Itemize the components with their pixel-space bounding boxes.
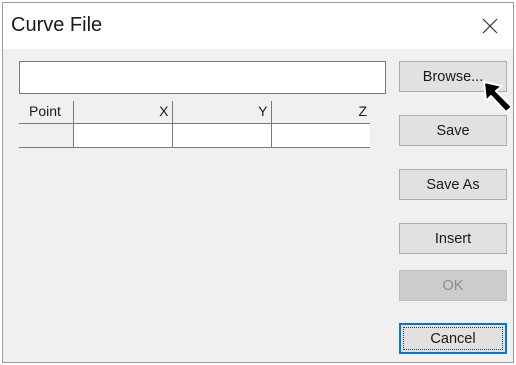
cell-point[interactable] — [19, 123, 73, 148]
cell-x[interactable] — [72, 123, 172, 148]
curve-file-dialog: Curve File Point X Y Z Browse... Save Sa… — [2, 2, 514, 363]
cell-z[interactable] — [270, 123, 370, 148]
browse-button-label: Browse... — [422, 68, 484, 85]
column-header-y[interactable]: Y — [171, 101, 271, 124]
insert-button[interactable]: Insert — [399, 223, 507, 254]
dialog-title: Curve File — [11, 14, 103, 36]
save-as-button[interactable]: Save As — [399, 169, 507, 200]
insert-button-label: Insert — [434, 230, 472, 247]
arrow-cursor-icon — [483, 81, 513, 113]
file-path-input[interactable] — [19, 61, 386, 94]
cell-y[interactable] — [171, 123, 271, 148]
column-header-point[interactable]: Point — [19, 101, 73, 124]
save-button[interactable]: Save — [399, 115, 507, 146]
table-header-row: Point X Y Z — [19, 101, 370, 124]
column-header-x[interactable]: X — [72, 101, 172, 124]
points-table: Point X Y Z — [19, 101, 370, 148]
cancel-button[interactable]: Cancel — [399, 323, 507, 354]
ok-button-label: OK — [442, 277, 464, 294]
close-icon — [482, 18, 498, 34]
table-row — [19, 123, 370, 148]
save-button-label: Save — [436, 122, 470, 139]
ok-button[interactable]: OK — [399, 270, 507, 301]
close-button[interactable] — [467, 3, 513, 49]
save-as-button-label: Save As — [426, 176, 480, 193]
cancel-button-label: Cancel — [430, 330, 476, 347]
column-header-z[interactable]: Z — [270, 101, 370, 124]
title-bar: Curve File — [3, 3, 513, 49]
